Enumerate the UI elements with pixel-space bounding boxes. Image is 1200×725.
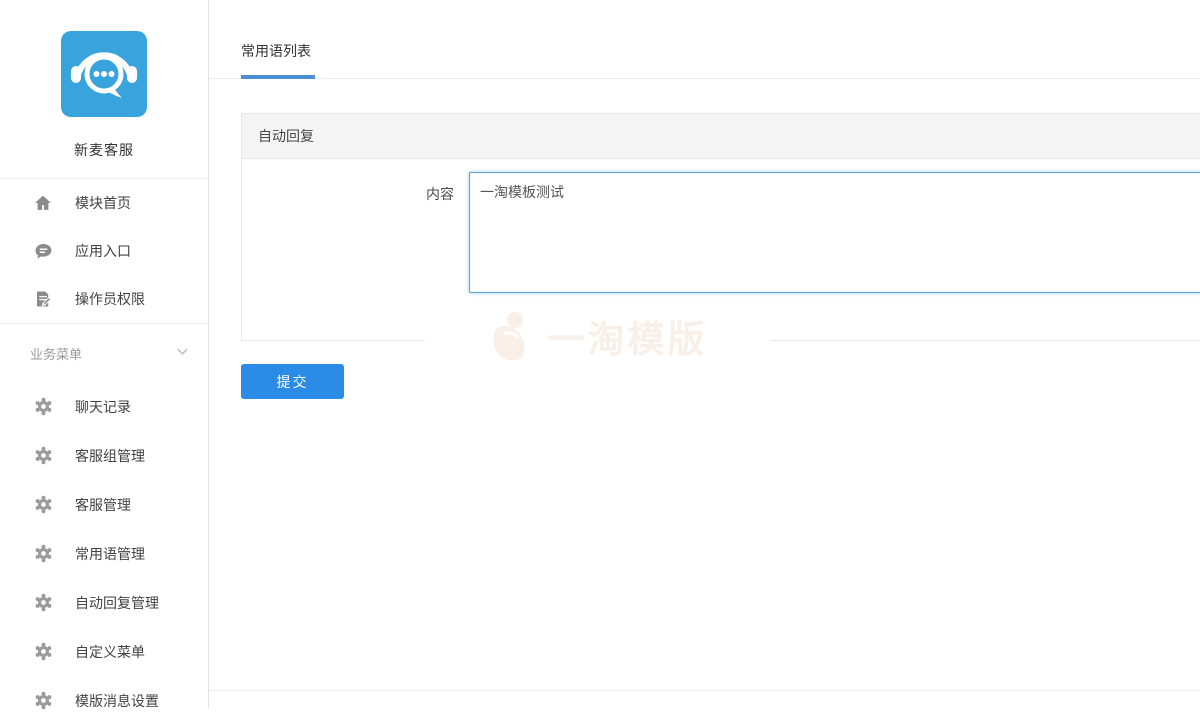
sidebar-item-label: 操作员权限: [75, 289, 145, 309]
sidebar-item-operator-permissions[interactable]: 操作员权限: [0, 275, 208, 323]
content-textarea[interactable]: 一淘模板测试: [469, 172, 1200, 293]
sidebar-item-auto-reply-mgmt[interactable]: 自动回复管理: [0, 578, 208, 627]
sidebar-item-app-entry[interactable]: 应用入口: [0, 227, 208, 275]
sidebar-item-common-phrases-mgmt[interactable]: 常用语管理: [0, 529, 208, 578]
sidebar-item-label: 常用语管理: [75, 544, 145, 564]
primary-nav: 模块首页 应用入口: [0, 179, 208, 323]
gear-icon: [33, 593, 53, 613]
sidebar-item-template-message-settings[interactable]: 模版消息设置: [0, 676, 208, 725]
tab-bar: 常用语列表: [209, 0, 1200, 79]
sidebar-item-custom-menu[interactable]: 自定义菜单: [0, 627, 208, 676]
sidebar-section-business-menu[interactable]: 业务菜单: [0, 324, 208, 382]
content-label: 内容: [242, 172, 469, 293]
gear-icon: [33, 495, 53, 515]
sidebar-item-label: 自定义菜单: [75, 642, 145, 662]
sidebar-item-label: 自动回复管理: [75, 593, 159, 613]
gear-icon: [33, 642, 53, 662]
business-nav: 聊天记录 客服组管理 客服管理 常用语管理 自动回复管理: [0, 382, 208, 725]
document-edit-icon: [33, 289, 53, 309]
gear-icon: [33, 446, 53, 466]
submit-button[interactable]: 提交: [241, 364, 344, 399]
sidebar-item-label: 客服管理: [75, 495, 131, 515]
tab-common-phrases-list[interactable]: 常用语列表: [241, 41, 315, 79]
footer-divider: [209, 690, 1200, 691]
sidebar-item-service-mgmt[interactable]: 客服管理: [0, 480, 208, 529]
home-icon: [33, 193, 53, 213]
sidebar-item-label: 客服组管理: [75, 446, 145, 466]
app-name: 新麦客服: [0, 140, 208, 160]
panel-body: 内容 一淘模板测试: [242, 159, 1200, 340]
sidebar-item-label: 应用入口: [75, 241, 131, 261]
section-label: 业务菜单: [30, 344, 175, 363]
sidebar-item-module-home[interactable]: 模块首页: [0, 179, 208, 227]
logo-area: 新麦客服: [0, 0, 208, 160]
sidebar: 新麦客服 模块首页 应用入口: [0, 0, 209, 708]
sidebar-item-label: 模块首页: [75, 193, 131, 213]
gear-icon: [33, 397, 53, 417]
panel-title: 自动回复: [242, 114, 1200, 159]
chevron-down-icon: [175, 344, 190, 362]
auto-reply-panel: 自动回复 内容 一淘模板测试: [241, 113, 1200, 341]
sidebar-item-chat-records[interactable]: 聊天记录: [0, 382, 208, 431]
gear-icon: [33, 544, 53, 564]
app-logo-headset-chat-icon: [61, 31, 147, 117]
sidebar-item-service-group-mgmt[interactable]: 客服组管理: [0, 431, 208, 480]
content-form-row: 内容 一淘模板测试: [242, 172, 1200, 293]
main-content: 常用语列表 自动回复 内容 一淘模板测试 一淘模版 提交: [209, 0, 1200, 708]
sidebar-item-label: 聊天记录: [75, 397, 131, 417]
chat-bubble-icon: [33, 241, 53, 261]
